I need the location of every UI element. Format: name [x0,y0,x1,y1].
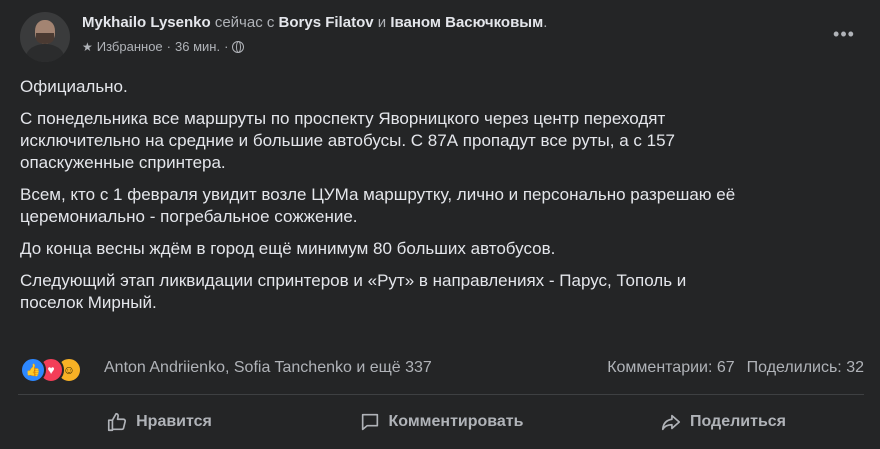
post-actions: Нравится Комментировать Поделиться [18,400,864,444]
more-dots-icon: ••• [833,24,855,44]
with-text: сейчас с [214,14,275,31]
post-paragraph: Официально. [20,77,128,96]
actions-divider [18,394,864,395]
post-time[interactable]: 36 мин. [175,39,220,54]
comment-icon [361,413,378,431]
more-options-button[interactable]: ••• [828,20,860,52]
post-paragraph: Следующий этап ликвидации спринтеров и «… [20,271,687,312]
reactions-bar: 👍 ♥ ☺ Anton Andriienko, Sofia Tanchenko … [20,355,864,383]
audience-label[interactable]: Избранное [97,39,163,54]
like-button[interactable]: Нравится [18,400,300,444]
engagement-counts: Комментарии: 67 Поделились: 32 [607,359,864,377]
tagged-user-link-2[interactable]: Іваном Васючковым [390,14,543,31]
reactors-link[interactable]: Anton Andriienko, Sofia Tanchenko и ещё … [104,359,432,377]
avatar-shoulders [26,44,64,62]
share-button[interactable]: Поделиться [582,400,864,444]
post-title-line: Mykhailo Lysenko сейчас с Borys Filatov … [82,14,547,31]
comment-button[interactable]: Комментировать [300,400,582,444]
author-avatar[interactable] [20,12,70,62]
post-body: Официально. С понедельника все маршруты … [20,76,840,324]
post-paragraph: С понедельника все маршруты по проспекту… [20,109,675,172]
meta-separator-2: · [224,39,229,54]
and-text: и [377,14,387,31]
shares-count-link[interactable]: Поделились: 32 [747,359,864,377]
avatar-beard [36,33,54,44]
post-header: Mykhailo Lysenko сейчас с Borys Filatov … [20,12,860,62]
comments-count-link[interactable]: Комментарии: 67 [607,359,734,377]
meta-separator: · [166,39,171,54]
like-button-label: Нравится [136,413,212,430]
share-arrow-icon [661,414,681,431]
thumbs-up-icon [108,412,127,432]
post-paragraph: До конца весны ждём в город ещё минимум … [20,239,556,258]
post-card: Mykhailo Lysenko сейчас с Borys Filatov … [0,0,880,449]
post-meta: ★ Избранное · 36 мин. · [82,39,245,54]
reaction-icons[interactable]: 👍 ♥ ☺ [20,357,100,383]
share-button-label: Поделиться [689,413,787,430]
tagged-user-link-1[interactable]: Borys Filatov [279,14,374,31]
author-name-link[interactable]: Mykhailo Lysenko [82,14,211,31]
star-icon: ★ [82,39,93,54]
post-paragraph: Всем, кто с 1 февраля увидит возле ЦУМа … [20,185,736,226]
title-period: . [543,14,548,31]
comment-button-label: Комментировать [388,413,524,430]
globe-icon [232,40,245,53]
like-icon: 👍 [20,357,46,383]
